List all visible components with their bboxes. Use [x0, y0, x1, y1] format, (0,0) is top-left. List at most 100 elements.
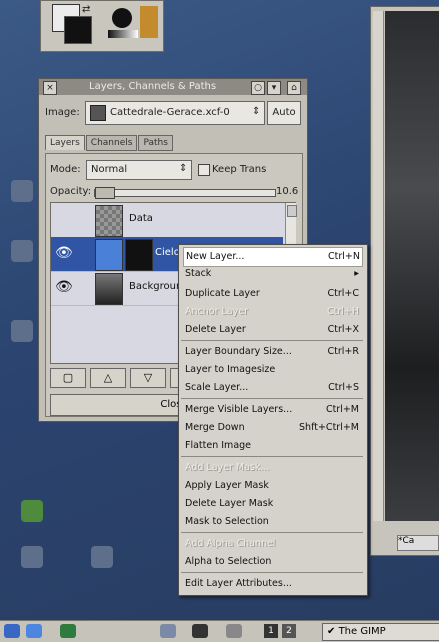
menu-item-shortcut: Ctrl+C — [327, 288, 360, 299]
lower-layer-icon[interactable]: ▽ — [130, 368, 166, 388]
menu-item-label: Layer Boundary Size... — [185, 346, 292, 357]
menu-item-label: Duplicate Layer — [185, 288, 260, 299]
menu-item-flatten-image[interactable]: Flatten Image — [183, 437, 361, 455]
workspace-2[interactable]: 2 — [282, 624, 296, 638]
opacity-slider-handle[interactable] — [95, 187, 115, 199]
menu-item-shortcut: Ctrl+H — [326, 306, 359, 317]
pattern-selector[interactable] — [140, 6, 158, 38]
eye-icon[interactable]: 👁 — [55, 279, 75, 297]
new-layer-icon[interactable]: ▢ — [50, 368, 86, 388]
scroll-up-icon[interactable] — [287, 205, 297, 217]
gimp-launcher-icon[interactable] — [192, 624, 208, 638]
menu-item-merge-visible-layers[interactable]: Merge Visible Layers... Ctrl+M — [183, 401, 361, 419]
menu-item-label: Delete Layer — [185, 324, 246, 335]
menu-item-label: Edit Layer Attributes... — [185, 578, 292, 589]
menu-separator — [181, 572, 363, 573]
menu-item-mask-to-selection[interactable]: Mask to Selection — [183, 513, 361, 531]
layer-mask-thumbnail — [125, 239, 153, 271]
menu-item-alpha-to-selection[interactable]: Alpha to Selection — [183, 553, 361, 571]
menu-item-delete-layer[interactable]: Delete Layer Ctrl+X — [183, 321, 361, 339]
start-icon[interactable] — [4, 624, 20, 638]
brush-icon — [112, 8, 132, 28]
opacity-label: Opacity: — [50, 186, 92, 197]
shade-icon[interactable]: ○ — [251, 81, 265, 95]
layer-row[interactable]: Data — [51, 203, 283, 238]
tab-paths[interactable]: Paths — [138, 135, 173, 151]
task-label: The GIMP — [338, 626, 386, 637]
menu-item-duplicate-layer[interactable]: Duplicate Layer Ctrl+C — [183, 285, 361, 303]
drive-icon — [11, 240, 33, 262]
menu-item-shortcut: Ctrl+X — [327, 324, 359, 335]
mode-value: Normal — [91, 164, 128, 175]
guitar-icon — [91, 546, 113, 568]
layer-thumbnail — [95, 205, 123, 237]
desktop-icon-shutdown[interactable] — [10, 546, 54, 570]
taskbar-task-gimp[interactable]: ✔ The GIMP — [322, 623, 439, 641]
menu-item-shortcut: Ctrl+R — [327, 346, 359, 357]
image-canvas[interactable] — [385, 11, 439, 521]
color-swatches[interactable]: ⇄ — [52, 4, 92, 44]
menu-item-apply-layer-mask[interactable]: Apply Layer Mask — [183, 477, 361, 495]
desktop-icon-guitar[interactable] — [80, 546, 124, 570]
keep-trans-checkbox[interactable] — [198, 164, 210, 176]
chevron-updown-icon: ⇕ — [252, 106, 261, 117]
tab-layers[interactable]: Layers — [45, 135, 85, 150]
image-window[interactable]: *Ca — [370, 6, 439, 556]
auto-button[interactable]: Auto — [267, 101, 301, 125]
check-icon: ✔ — [327, 626, 336, 637]
menu-item-label: Apply Layer Mask — [185, 480, 269, 491]
keep-trans-label: Keep Trans — [212, 164, 267, 175]
maximize-icon[interactable]: ⌂ — [287, 81, 301, 95]
menu-item-shortcut: Shft+Ctrl+M — [299, 422, 359, 433]
menu-item-new-layer[interactable]: New Layer... Ctrl+N — [183, 247, 363, 267]
image-status: *Ca — [397, 535, 439, 551]
image-thumb-icon — [90, 105, 106, 121]
image-label: Image: — [45, 107, 80, 118]
dialog-title: Layers, Channels & Paths — [89, 81, 217, 92]
dialog-tabs: Layers Channels Paths — [45, 135, 174, 153]
globe-icon[interactable] — [26, 624, 42, 638]
image-select[interactable]: Cattedrale-Gerace.xcf-0 ⇕ — [85, 101, 265, 125]
menu-item-layer-boundary-size[interactable]: Layer Boundary Size... Ctrl+R — [183, 343, 361, 361]
editor-icon[interactable] — [226, 624, 242, 638]
layer-name: Data — [129, 213, 153, 224]
background-color[interactable] — [64, 16, 92, 44]
menu-icon[interactable]: ▾ — [267, 81, 281, 95]
network-icon — [11, 180, 33, 202]
menu-separator — [181, 398, 363, 399]
menu-item-label: New Layer... — [186, 251, 245, 262]
menu-item-add-layer-mask[interactable]: Add Layer Mask... — [183, 459, 361, 477]
raise-layer-icon[interactable]: △ — [90, 368, 126, 388]
menu-item-anchor-layer[interactable]: Anchor Layer Ctrl+H — [183, 303, 361, 321]
menu-item-label: Merge Down — [185, 422, 245, 433]
menu-separator — [181, 456, 363, 457]
image-select-value: Cattedrale-Gerace.xcf-0 — [110, 107, 230, 118]
power-icon — [21, 546, 43, 568]
menu-item-label: Anchor Layer — [185, 306, 248, 317]
menu-item-shortcut: Ctrl+S — [328, 382, 359, 393]
brush-selector[interactable] — [108, 6, 138, 38]
files-icon[interactable] — [160, 624, 176, 638]
desktop-icon-folder[interactable] — [10, 500, 54, 524]
folder-icon — [21, 500, 43, 522]
menu-item-label: Alpha to Selection — [185, 556, 272, 567]
dialog-titlebar[interactable]: × Layers, Channels & Paths ○ ▾ ⌂ — [39, 79, 307, 95]
menu-item-add-alpha-channel[interactable]: Add Alpha Channel — [183, 535, 361, 553]
workspace-1[interactable]: 1 — [264, 624, 278, 638]
tab-channels[interactable]: Channels — [85, 135, 138, 151]
menu-item-edit-layer-attributes[interactable]: Edit Layer Attributes... — [183, 575, 361, 593]
menu-item-label: Scale Layer... — [185, 382, 249, 393]
swap-colors-icon[interactable]: ⇄ — [82, 4, 90, 15]
eye-icon[interactable]: 👁 — [55, 245, 75, 263]
menu-item-layer-to-imagesize[interactable]: Layer to Imagesize — [183, 361, 361, 379]
menu-item-label: Add Layer Mask... — [185, 462, 270, 473]
mode-select[interactable]: Normal ⇕ — [86, 160, 192, 180]
menu-item-label: Layer to Imagesize — [185, 364, 276, 375]
menu-item-scale-layer[interactable]: Scale Layer... Ctrl+S — [183, 379, 361, 397]
close-icon[interactable]: × — [43, 81, 57, 95]
opacity-slider[interactable] — [94, 187, 276, 199]
menu-item-stack[interactable]: Stack ▸ — [183, 265, 361, 283]
menu-item-delete-layer-mask[interactable]: Delete Layer Mask — [183, 495, 361, 513]
app-icon[interactable] — [60, 624, 76, 638]
menu-item-merge-down[interactable]: Merge Down Shft+Ctrl+M — [183, 419, 361, 437]
